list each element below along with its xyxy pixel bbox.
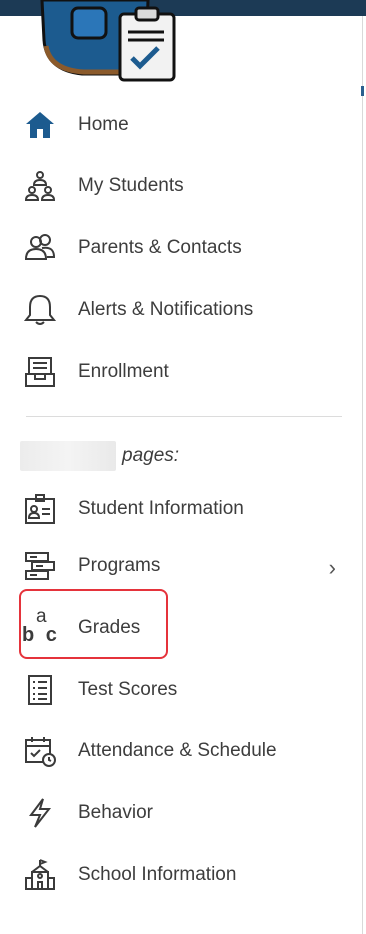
sidebar-item-home[interactable]: Home [18,103,348,147]
section-header: pages: [20,440,179,472]
sidebar-item-school-information[interactable]: School Information [18,853,348,897]
sidebar-item-label: Parents & Contacts [78,237,242,258]
sidebar-item-attendance-schedule[interactable]: Attendance & Schedule [18,729,348,773]
enrollment-icon [18,350,62,394]
sidebar-item-alerts[interactable]: Alerts & Notifications [18,288,348,332]
contacts-icon [18,226,62,270]
sidebar-item-behavior[interactable]: Behavior [18,791,348,835]
sidebar-item-programs[interactable]: Programs › [18,544,348,588]
students-icon [18,164,62,208]
sidebar-item-student-information[interactable]: Student Information [18,487,348,531]
calendar-clock-icon [18,729,62,773]
home-icon [18,103,62,147]
lightning-icon [18,791,62,835]
redacted-name [20,441,116,471]
sidebar-item-my-students[interactable]: My Students [18,164,348,208]
app-logo-icon [40,0,176,82]
grades-highlight-box [19,589,168,659]
sidebar-item-label: My Students [78,175,184,196]
scroll-marker [361,86,364,96]
sidebar-item-label: Enrollment [78,361,169,382]
test-scores-icon [18,668,62,712]
sidebar-item-label: Behavior [78,802,153,823]
programs-icon [18,544,62,588]
chevron-right-icon[interactable]: › [329,555,336,581]
sidebar-item-parents-contacts[interactable]: Parents & Contacts [18,226,348,270]
sidebar-item-enrollment[interactable]: Enrollment [18,350,348,394]
sidebar-item-label: Student Information [78,498,244,519]
section-divider [26,416,342,417]
sidebar-item-label: Attendance & Schedule [78,740,277,761]
bell-icon [18,288,62,332]
sidebar-item-label: Test Scores [78,679,178,700]
school-icon [18,853,62,897]
sidebar-item-label: School Information [78,864,237,885]
id-card-icon [18,487,62,531]
sidebar-item-label: Alerts & Notifications [78,299,254,320]
sidebar-item-label: Programs [78,555,161,576]
section-label: pages: [122,445,180,466]
sidebar-item-label: Home [78,114,129,135]
sidebar-divider [362,16,363,934]
sidebar-item-test-scores[interactable]: Test Scores [18,668,348,712]
